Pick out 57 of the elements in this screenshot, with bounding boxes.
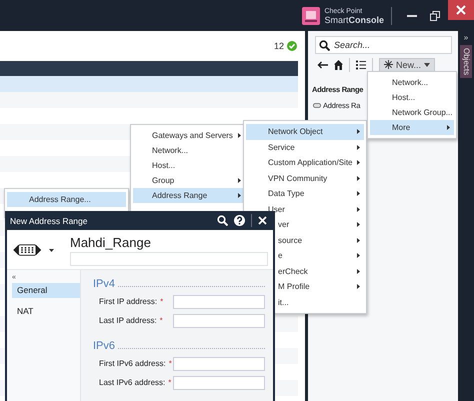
menu-item[interactable]: VPN Community xyxy=(246,170,364,186)
dialog-title: New Address Range xyxy=(10,216,88,226)
close-button[interactable] xyxy=(448,0,474,20)
home-icon[interactable] xyxy=(334,60,343,70)
logo-icon xyxy=(302,6,320,24)
minimize-icon xyxy=(407,14,417,16)
menu-item[interactable]: Network Group... xyxy=(370,105,454,120)
input-field[interactable] xyxy=(173,356,265,370)
close-icon[interactable] xyxy=(258,216,267,225)
caret-icon xyxy=(424,62,430,66)
required-mark: * xyxy=(160,297,164,306)
restore-icon xyxy=(430,10,440,20)
object-name: Mahdi_Range xyxy=(70,234,152,251)
menu-item[interactable]: Data Type xyxy=(246,186,364,202)
input-field[interactable] xyxy=(173,294,265,308)
collapse-button[interactable]: » xyxy=(464,33,468,42)
menu-item[interactable]: Gateways and Servers xyxy=(133,128,244,143)
field-label: First IP address: xyxy=(99,297,158,306)
menu-item[interactable]: Network... xyxy=(370,75,454,90)
menu-item[interactable]: Service xyxy=(246,140,364,155)
input-field[interactable] xyxy=(173,314,265,328)
required-mark: * xyxy=(168,378,172,387)
menu-item[interactable]: Address Range xyxy=(133,188,244,203)
nav-item[interactable]: NAT xyxy=(12,304,80,319)
help-icon[interactable] xyxy=(234,215,245,226)
section-heading: IPv6 xyxy=(93,340,116,352)
menu-item[interactable]: Host... xyxy=(133,158,244,173)
menu-item[interactable]: Network... xyxy=(133,143,244,158)
required-mark: * xyxy=(168,359,173,368)
close-icon xyxy=(456,5,466,15)
menu-item[interactable]: Address Range... xyxy=(7,192,126,207)
list-icon[interactable] xyxy=(356,60,366,70)
search-icon xyxy=(319,40,330,51)
menu-item[interactable]: Network Object xyxy=(246,124,364,140)
menu-item[interactable]: More xyxy=(370,120,454,135)
nav-item[interactable]: General xyxy=(12,283,80,298)
caret-icon[interactable] xyxy=(49,249,54,252)
back-arrow-icon[interactable] xyxy=(317,60,328,68)
product-name: SmartConsole xyxy=(324,16,384,24)
search-icon[interactable] xyxy=(217,215,228,226)
menu-item[interactable]: Custom Application/Site xyxy=(246,155,364,170)
count-label: 12 xyxy=(274,41,284,51)
star-icon xyxy=(384,60,393,69)
menu-item[interactable]: Group xyxy=(133,173,244,188)
input-field[interactable] xyxy=(173,376,265,390)
search-field[interactable]: Search... xyxy=(315,36,452,54)
field-label: Last IPv6 address: xyxy=(99,378,166,387)
new-button[interactable]: New... xyxy=(379,58,436,72)
section-heading: IPv4 xyxy=(93,278,116,290)
check-icon xyxy=(287,41,297,51)
range-icon xyxy=(313,103,321,108)
comment-field[interactable] xyxy=(70,252,268,266)
menu-item[interactable]: Host... xyxy=(370,90,454,105)
field-label: First IPv6 address: xyxy=(99,359,166,368)
required-mark: * xyxy=(160,316,164,325)
field-label: Last IP address: xyxy=(99,316,157,325)
objects-tab[interactable]: Objects xyxy=(460,45,472,78)
